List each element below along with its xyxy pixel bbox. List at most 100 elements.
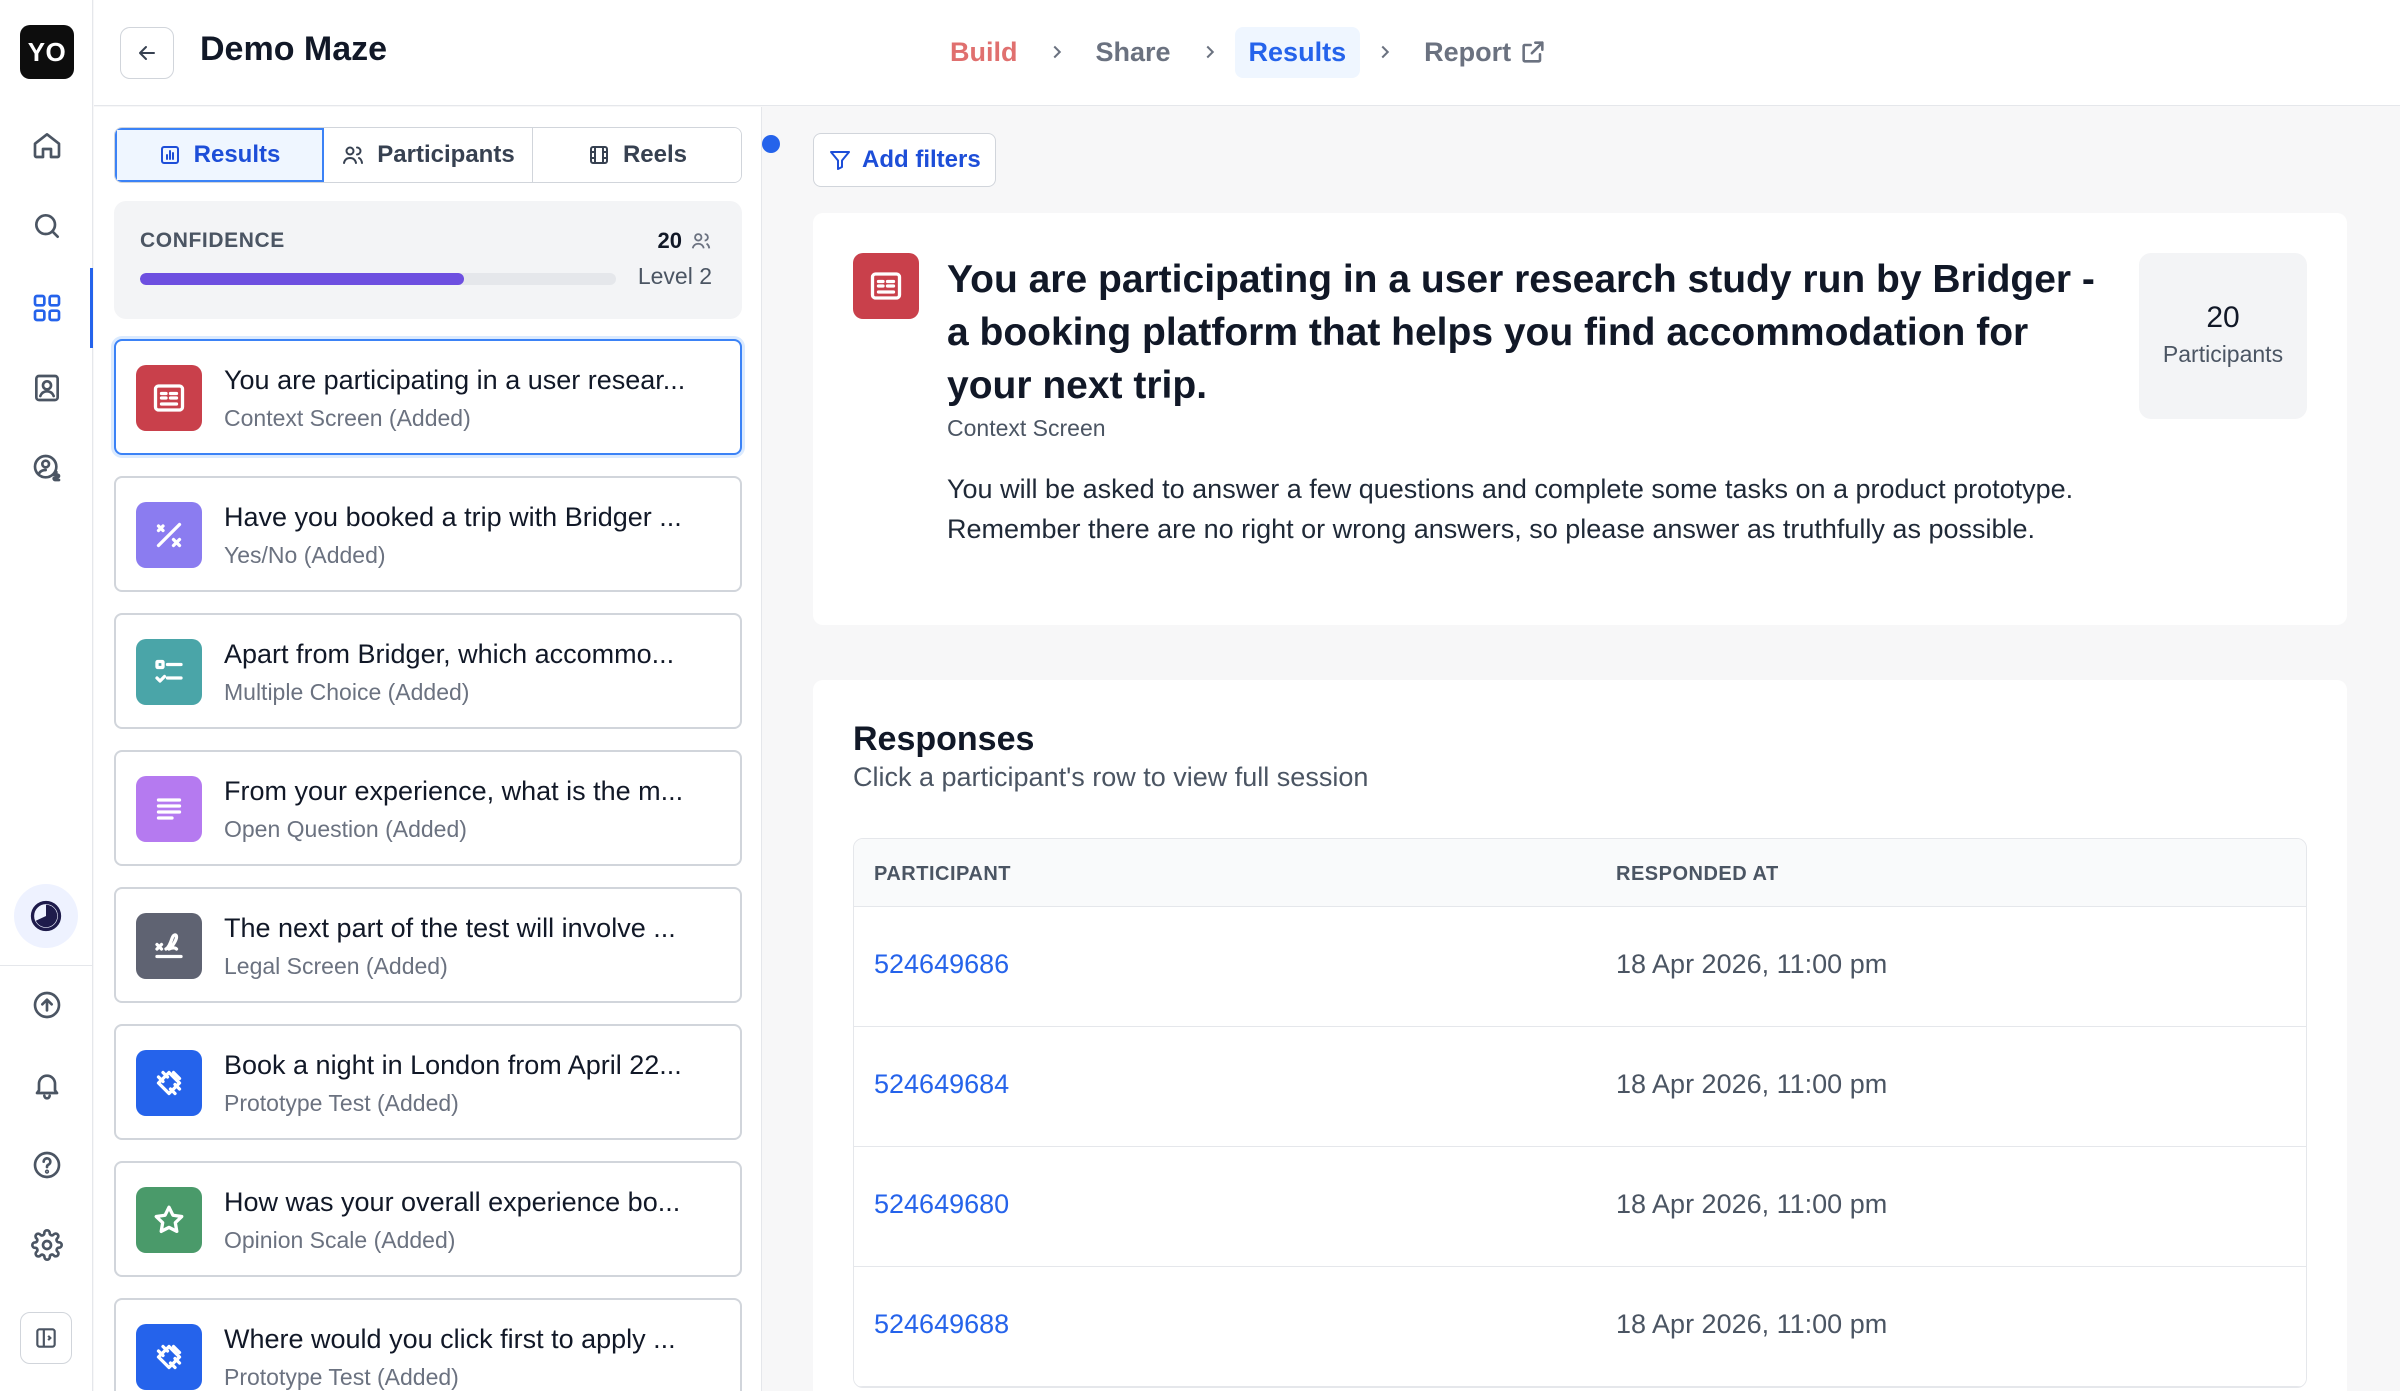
contacts-icon[interactable]: [22, 363, 72, 413]
left-rail: YO: [0, 0, 93, 1391]
chevron-right-icon: [1381, 45, 1390, 59]
bell-icon[interactable]: [22, 1060, 72, 1110]
workspace-logo[interactable]: YO: [20, 25, 74, 79]
results-tabs: Results Participants Reels: [114, 127, 742, 183]
rail-active-indicator: [90, 268, 93, 348]
table-row[interactable]: 524649680 18 Apr 2026, 11:00 pm: [854, 1147, 2306, 1267]
block-type: Context Screen (Added): [224, 405, 471, 431]
block-type: Open Question (Added): [224, 816, 467, 842]
table-row[interactable]: 524649686 18 Apr 2026, 11:00 pm: [854, 907, 2306, 1027]
confidence-count-value: 20: [657, 228, 682, 253]
step-share[interactable]: Share: [1082, 27, 1185, 78]
column-header-participant[interactable]: PARTICIPANT: [874, 863, 1011, 886]
users-icon: [691, 233, 711, 249]
workflow-steps: Build Share Results Report: [936, 24, 1561, 80]
text-lines-icon: [136, 776, 202, 842]
responded-at: 18 Apr 2026, 11:00 pm: [1616, 1189, 1888, 1219]
table-row[interactable]: 524649688 18 Apr 2026, 11:00 pm: [854, 1267, 2306, 1387]
confidence-progress-fill: [140, 273, 464, 285]
add-filters-button[interactable]: Add filters: [813, 133, 996, 187]
upload-icon[interactable]: [22, 980, 72, 1030]
block-list: You are participating in a user resear..…: [114, 339, 742, 1391]
block-item[interactable]: Where would you click first to apply ...…: [114, 1298, 742, 1391]
context-title: You are participating in a user research…: [947, 258, 2095, 407]
confidence-count: 20: [658, 228, 712, 254]
context-type: Context Screen: [947, 415, 1106, 441]
step-results[interactable]: Results: [1234, 26, 1361, 78]
block-item[interactable]: The next part of the test will involve .…: [114, 887, 742, 1003]
responses-table: PARTICIPANT RESPONDED AT 524649686 18 Apr…: [853, 838, 2307, 1388]
chevron-right-icon: [1053, 45, 1061, 59]
block-title: Book a night in London from April 22...: [224, 1050, 682, 1080]
block-item[interactable]: How was your overall experience bo... Opi…: [114, 1161, 742, 1277]
user-dollar-icon[interactable]: [22, 443, 72, 493]
table-row[interactable]: 524649684 18 Apr 2026, 11:00 pm: [854, 1027, 2306, 1147]
participants-label: Participants: [2162, 341, 2284, 367]
participant-id-link[interactable]: 524649680: [874, 1189, 1009, 1220]
block-title: How was your overall experience bo...: [224, 1187, 681, 1217]
responses-card: Responses Click a participant's row to v…: [813, 680, 2347, 1391]
table-header: PARTICIPANT RESPONDED AT: [854, 839, 2306, 907]
back-button[interactable]: [120, 27, 174, 79]
context-icon: [136, 365, 202, 431]
responded-at: 18 Apr 2026, 11:00 pm: [1616, 1309, 1888, 1339]
block-item[interactable]: Have you booked a trip with Bridger ... Y…: [114, 476, 742, 592]
home-icon[interactable]: [22, 120, 72, 170]
confidence-panel: CONFIDENCE 20 Level 2: [114, 201, 742, 319]
block-type: Prototype Test (Added): [224, 1364, 459, 1390]
participant-id-link[interactable]: 524649688: [874, 1309, 1009, 1340]
film-icon: [589, 146, 608, 164]
star-icon: [136, 1187, 202, 1253]
tab-reels[interactable]: Reels: [533, 128, 741, 182]
collapse-sidebar-button[interactable]: [20, 1312, 72, 1364]
grid-icon[interactable]: [22, 283, 72, 333]
responses-title: Responses: [853, 720, 1035, 758]
page-title: Demo Maze: [200, 30, 388, 68]
gear-icon[interactable]: [22, 1220, 72, 1270]
top-header: Demo Maze Build Share Results Report: [94, 0, 2400, 106]
signature-icon: [136, 913, 202, 979]
responded-at: 18 Apr 2026, 11:00 pm: [1616, 1069, 1888, 1099]
responses-subtitle: Click a participant's row to view full s…: [853, 762, 1369, 792]
tab-results-label: Results: [193, 141, 281, 168]
block-type: Prototype Test (Added): [224, 1090, 459, 1116]
block-type: Legal Screen (Added): [224, 953, 448, 979]
add-filters-label: Add filters: [862, 146, 981, 173]
confidence-label: CONFIDENCE: [140, 229, 285, 252]
block-title: You are participating in a user resear..…: [224, 365, 686, 395]
tab-participants-label: Participants: [377, 141, 515, 168]
responded-at: 18 Apr 2026, 11:00 pm: [1616, 949, 1888, 979]
context-block-card: You are participating in a user research…: [813, 213, 2347, 625]
column-header-responded-at[interactable]: RESPONDED AT: [1616, 863, 1779, 886]
participants-stat: 20 Participants: [2139, 253, 2307, 419]
tab-results[interactable]: Results: [115, 128, 324, 182]
block-item[interactable]: Book a night in London from April 22... P…: [114, 1024, 742, 1140]
participant-id-link[interactable]: 524649684: [874, 1069, 1009, 1100]
step-report[interactable]: Report: [1410, 27, 1561, 78]
participant-id-link[interactable]: 524649686: [874, 949, 1009, 980]
results-sidebar: Results Participants Reels CONFIDENCE 20…: [94, 107, 762, 1391]
prototype-icon: [136, 1324, 202, 1390]
usage-timer-icon[interactable]: [14, 884, 78, 948]
checklist-icon: [136, 639, 202, 705]
table-body: 524649686 18 Apr 2026, 11:00 pm 524649684 1…: [854, 907, 2306, 1387]
search-icon[interactable]: [22, 201, 72, 251]
block-title: From your experience, what is the m...: [224, 776, 684, 806]
tab-participants[interactable]: Participants: [324, 128, 533, 182]
block-type: Yes/No (Added): [224, 542, 386, 568]
block-title: Have you booked a trip with Bridger ...: [224, 502, 682, 532]
rail-divider: [0, 965, 93, 966]
block-type: Multiple Choice (Added): [224, 679, 470, 705]
filter-icon: [830, 151, 850, 170]
block-type: Opinion Scale (Added): [224, 1227, 456, 1253]
step-build[interactable]: Build: [936, 27, 1032, 78]
block-title: The next part of the test will involve .…: [224, 913, 676, 943]
help-icon[interactable]: [22, 1140, 72, 1190]
block-item[interactable]: Apart from Bridger, which accommo... Mult…: [114, 613, 742, 729]
participants-count: 20: [2206, 301, 2240, 334]
block-item[interactable]: From your experience, what is the m... Op…: [114, 750, 742, 866]
prototype-icon: [136, 1050, 202, 1116]
confidence-progress-track: [140, 273, 616, 285]
block-item[interactable]: You are participating in a user resear..…: [114, 339, 742, 455]
external-link-icon: [1522, 41, 1544, 63]
